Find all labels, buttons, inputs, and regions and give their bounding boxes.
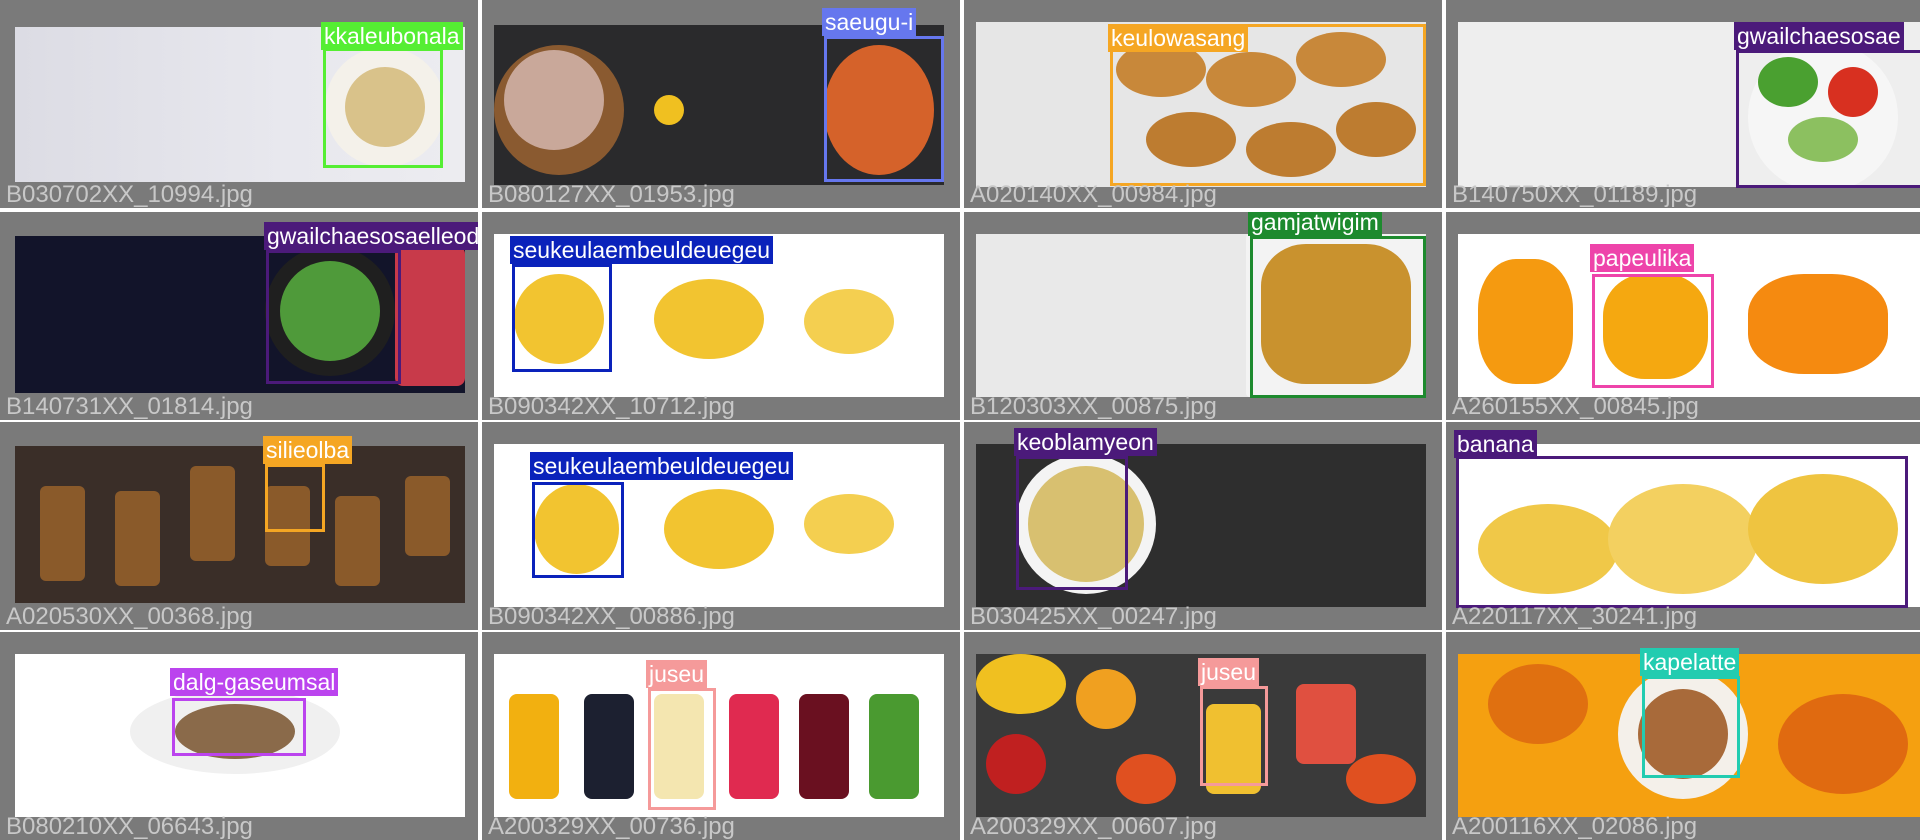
tile[interactable]: keulowasang A020140XX_00984.jpg [964, 0, 1442, 208]
bounding-box [512, 264, 612, 372]
filename: B140750XX_01189.jpg [1452, 181, 1698, 208]
bounding-box [824, 36, 944, 182]
tile[interactable]: juseu A200329XX_00607.jpg [964, 632, 1442, 840]
tile[interactable]: kapelatte A200116XX_02086.jpg [1446, 632, 1920, 840]
label-tag: kapelatte [1640, 648, 1740, 676]
filename: A260155XX_00845.jpg [1452, 393, 1699, 420]
tile[interactable]: seukeulaembeuldeuegeu B090342XX_10712.jp… [482, 212, 960, 420]
label-tag: papeulika [1590, 244, 1695, 272]
bounding-box [1250, 236, 1426, 398]
bounding-box [172, 698, 306, 756]
tile[interactable]: seukeulaembeuldeuegeu B090342XX_00886.jp… [482, 422, 960, 630]
bounding-box [1736, 50, 1920, 188]
filename: B030425XX_00247.jpg [970, 603, 1217, 630]
filename: B030702XX_10994.jpg [6, 181, 253, 208]
label-tag: gwailchaesosae [1734, 22, 1904, 50]
filename: B080127XX_01953.jpg [488, 181, 735, 208]
label-tag: saeugu-i [822, 8, 917, 36]
filename: A200116XX_02086.jpg [1452, 813, 1698, 840]
tile-photo [15, 446, 465, 603]
annotation-grid: kkaleubonala B030702XX_10994.jpg saeugu-… [0, 0, 1920, 840]
label-tag: keulowasang [1108, 24, 1249, 52]
tile[interactable]: saeugu-i B080127XX_01953.jpg [482, 0, 960, 208]
tile[interactable]: kkaleubonala B030702XX_10994.jpg [0, 0, 478, 208]
filename: B090342XX_00886.jpg [488, 603, 735, 630]
tile[interactable]: keoblamyeon B030425XX_00247.jpg [964, 422, 1442, 630]
tile[interactable]: banana A220117XX_30241.jpg [1446, 422, 1920, 630]
label-tag: gamjatwigim [1248, 212, 1382, 236]
label-tag: seukeulaembeuldeuegeu [530, 452, 794, 480]
tile[interactable]: silieolba A020530XX_00368.jpg [0, 422, 478, 630]
filename: B120303XX_00875.jpg [970, 393, 1217, 420]
bounding-box [1016, 456, 1128, 590]
bounding-box [648, 688, 716, 810]
filename: B090342XX_10712.jpg [488, 393, 735, 420]
bounding-box [1200, 686, 1268, 786]
filename: B080210XX_06643.jpg [6, 813, 253, 840]
label-tag: dalg-gaseumsal [170, 668, 339, 696]
tile[interactable]: gwailchaesosaelleodeu B140731XX_01814.jp… [0, 212, 478, 420]
bounding-box [532, 482, 624, 578]
bounding-box [1456, 456, 1908, 608]
tile[interactable]: dalg-gaseumsal B080210XX_06643.jpg [0, 632, 478, 840]
tile[interactable]: gamjatwigim B120303XX_00875.jpg [964, 212, 1442, 420]
label-tag: juseu [1198, 658, 1259, 686]
filename: A020530XX_00368.jpg [6, 603, 253, 630]
label-tag: banana [1454, 430, 1537, 458]
tile-photo [494, 654, 944, 817]
tile[interactable]: gwailchaesosae B140750XX_01189.jpg [1446, 0, 1920, 208]
filename: A200329XX_00736.jpg [488, 813, 735, 840]
label-tag: silieolba [263, 436, 353, 464]
bounding-box [323, 48, 443, 168]
label-tag: keoblamyeon [1014, 428, 1157, 456]
filename: A020140XX_00984.jpg [970, 181, 1217, 208]
filename: A200329XX_00607.jpg [970, 813, 1217, 840]
label-tag: kkaleubonala [321, 22, 463, 50]
tile[interactable]: papeulika A260155XX_00845.jpg [1446, 212, 1920, 420]
bounding-box [266, 250, 401, 384]
label-tag: seukeulaembeuldeuegeu [510, 236, 774, 264]
label-tag: juseu [646, 660, 707, 688]
bounding-box [1592, 274, 1714, 388]
bounding-box [1642, 676, 1740, 778]
label-tag: gwailchaesosaelleodeu [264, 222, 478, 250]
filename: A220117XX_30241.jpg [1452, 603, 1698, 630]
tile[interactable]: juseu A200329XX_00736.jpg [482, 632, 960, 840]
filename: B140731XX_01814.jpg [6, 393, 253, 420]
bounding-box [265, 464, 325, 532]
